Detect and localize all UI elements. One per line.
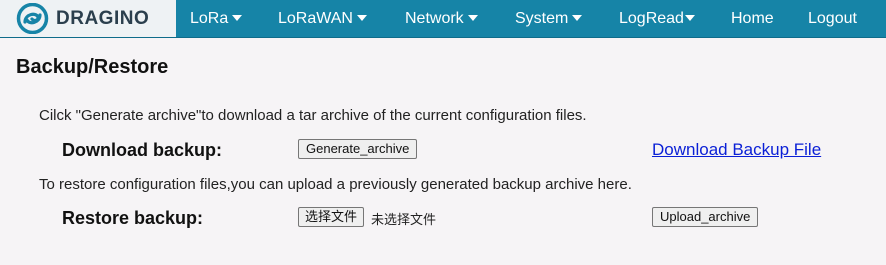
nav-item-label: Network xyxy=(405,10,464,27)
download-backup-file-link[interactable]: Download Backup File xyxy=(652,140,821,160)
nav-item-system[interactable]: System xyxy=(515,0,583,37)
nav-item-home[interactable]: Home xyxy=(731,0,774,37)
generate-archive-button[interactable]: Generate_archive xyxy=(298,139,418,159)
nav-item-label: LogRead xyxy=(619,10,684,27)
brand[interactable]: DRAGINO xyxy=(0,0,176,37)
nav-item-label: Home xyxy=(731,10,774,27)
caret-down-icon xyxy=(572,14,583,21)
nav-item-lora[interactable]: LoRa xyxy=(190,0,243,37)
choose-file-button[interactable]: 选择文件 xyxy=(298,207,365,227)
caret-down-icon xyxy=(467,14,478,21)
page-title: Backup/Restore xyxy=(16,56,169,78)
top-navbar: DRAGINO LoRa LoRaWAN Network System LogR… xyxy=(0,0,886,38)
nav-item-lorawan[interactable]: LoRaWAN xyxy=(278,0,367,37)
brand-name: DRAGINO xyxy=(56,8,150,29)
dragino-swirl-logo-icon xyxy=(16,3,49,34)
download-hint-text: Cilck "Generate archive"to download a ta… xyxy=(39,107,587,124)
nav-item-label: Logout xyxy=(808,10,857,27)
nav-item-label: LoRa xyxy=(190,10,229,27)
caret-down-icon xyxy=(232,14,243,21)
restore-hint-text: To restore configuration files,you can u… xyxy=(39,176,632,193)
nav-item-network[interactable]: Network xyxy=(405,0,478,37)
nav-item-label: System xyxy=(515,10,569,27)
restore-backup-label: Restore backup: xyxy=(62,208,204,228)
download-backup-label: Download backup: xyxy=(62,140,223,160)
no-file-selected-text: 未选择文件 xyxy=(371,212,437,227)
nav-item-logout[interactable]: Logout xyxy=(808,0,857,37)
nav-item-label: LoRaWAN xyxy=(278,10,353,27)
caret-down-icon xyxy=(684,14,695,21)
caret-down-icon xyxy=(356,14,367,21)
upload-archive-button[interactable]: Upload_archive xyxy=(652,207,759,227)
nav-item-logread[interactable]: LogRead xyxy=(619,0,695,37)
